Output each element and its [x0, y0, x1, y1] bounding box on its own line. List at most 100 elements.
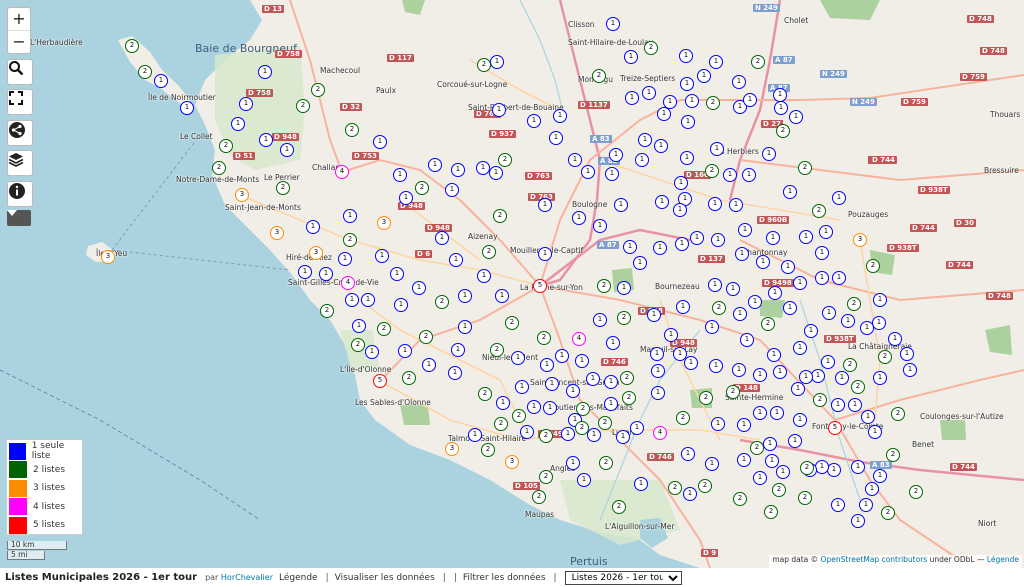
commune-marker[interactable]: 2	[512, 409, 526, 423]
commune-marker[interactable]: 2	[812, 204, 826, 218]
commune-marker[interactable]: 1	[708, 278, 722, 292]
commune-marker[interactable]: 1	[674, 176, 688, 190]
commune-marker[interactable]: 2	[377, 322, 391, 336]
zoom-in-button[interactable]: +	[8, 8, 30, 30]
layers-button[interactable]	[7, 150, 33, 176]
commune-marker[interactable]: 2	[138, 65, 152, 79]
commune-marker[interactable]: 1	[634, 477, 648, 491]
commune-marker[interactable]: 1	[458, 320, 472, 334]
zoom-out-button[interactable]: −	[8, 30, 30, 53]
commune-marker[interactable]: 1	[655, 195, 669, 209]
commune-marker[interactable]: 1	[577, 473, 591, 487]
commune-marker[interactable]: 1	[553, 109, 567, 123]
commune-marker[interactable]: 1	[753, 406, 767, 420]
commune-marker[interactable]: 1	[832, 271, 846, 285]
commune-marker[interactable]: 1	[774, 101, 788, 115]
commune-marker[interactable]: 1	[811, 369, 825, 383]
commune-marker[interactable]: 1	[630, 421, 644, 435]
commune-marker[interactable]: 1	[748, 295, 762, 309]
commune-marker[interactable]: 2	[750, 441, 764, 455]
commune-marker[interactable]: 1	[614, 198, 628, 212]
commune-marker[interactable]: 1	[835, 371, 849, 385]
commune-marker[interactable]: 2	[881, 506, 895, 520]
commune-marker[interactable]: 1	[788, 434, 802, 448]
commune-marker[interactable]: 1	[566, 384, 580, 398]
commune-marker[interactable]: 2	[798, 491, 812, 505]
commune-marker[interactable]: 1	[783, 185, 797, 199]
commune-marker[interactable]: 1	[448, 366, 462, 380]
commune-marker[interactable]: 2	[751, 55, 765, 69]
commune-marker[interactable]: 2	[772, 483, 786, 497]
commune-marker[interactable]: 2	[599, 456, 613, 470]
commune-marker[interactable]: 2	[419, 330, 433, 344]
commune-marker[interactable]: 1	[766, 231, 780, 245]
commune-marker[interactable]: 2	[813, 393, 827, 407]
commune-marker[interactable]: 1	[711, 417, 725, 431]
commune-marker[interactable]: 1	[561, 427, 575, 441]
commune-marker[interactable]: 2	[597, 279, 611, 293]
commune-marker[interactable]: 1	[575, 354, 589, 368]
commune-marker[interactable]: 1	[762, 147, 776, 161]
commune-marker[interactable]: 1	[635, 153, 649, 167]
commune-marker[interactable]: 1	[489, 166, 503, 180]
commune-marker[interactable]: 1	[799, 230, 813, 244]
commune-marker[interactable]: 1	[740, 333, 754, 347]
commune-marker[interactable]: 1	[258, 65, 272, 79]
commune-marker[interactable]: 1	[793, 276, 807, 290]
commune-marker[interactable]: 1	[154, 74, 168, 88]
commune-marker[interactable]: 3	[101, 250, 115, 264]
commune-marker[interactable]: 1	[859, 498, 873, 512]
commune-marker[interactable]: 2	[505, 316, 519, 330]
share-button[interactable]	[7, 120, 33, 146]
commune-marker[interactable]: 2	[776, 124, 790, 138]
commune-marker[interactable]: 1	[872, 316, 886, 330]
commune-marker[interactable]: 1	[647, 308, 661, 322]
commune-marker[interactable]: 2	[878, 350, 892, 364]
commune-marker[interactable]: 1	[280, 143, 294, 157]
commune-marker[interactable]: 2	[761, 317, 775, 331]
commune-marker[interactable]: 1	[345, 293, 359, 307]
commune-marker[interactable]: 1	[683, 487, 697, 501]
commune-marker[interactable]: 2	[212, 161, 226, 175]
commune-marker[interactable]: 2	[537, 331, 551, 345]
commune-marker[interactable]: 1	[593, 313, 607, 327]
commune-marker[interactable]: 1	[605, 167, 619, 181]
commune-marker[interactable]: 1	[819, 225, 833, 239]
commune-marker[interactable]: 1	[681, 115, 695, 129]
commune-marker[interactable]: 2	[798, 161, 812, 175]
commune-marker[interactable]: 1	[848, 398, 862, 412]
commune-marker[interactable]: 1	[298, 265, 312, 279]
commune-marker[interactable]: 1	[361, 293, 375, 307]
commune-marker[interactable]: 1	[900, 347, 914, 361]
commune-marker[interactable]: 2	[435, 295, 449, 309]
commune-marker[interactable]: 1	[773, 365, 787, 379]
commune-marker[interactable]: 4	[653, 426, 667, 440]
commune-marker[interactable]: 2	[909, 485, 923, 499]
commune-marker[interactable]: 2	[598, 416, 612, 430]
commune-marker[interactable]: 1	[593, 219, 607, 233]
commune-marker[interactable]: 1	[664, 328, 678, 342]
legend-link[interactable]: Légende	[279, 573, 318, 583]
commune-marker[interactable]: 1	[733, 307, 747, 321]
commune-marker[interactable]: 1	[767, 348, 781, 362]
commune-marker[interactable]: 1	[675, 237, 689, 251]
commune-marker[interactable]: 2	[617, 311, 631, 325]
commune-marker[interactable]: 1	[831, 398, 845, 412]
commune-marker[interactable]: 1	[568, 153, 582, 167]
commune-marker[interactable]: 2	[847, 297, 861, 311]
commune-marker[interactable]: 2	[620, 371, 634, 385]
commune-marker[interactable]: 1	[737, 418, 751, 432]
commune-marker[interactable]: 4	[341, 276, 355, 290]
commune-marker[interactable]: 2	[592, 69, 606, 83]
commune-marker[interactable]: 1	[566, 456, 580, 470]
commune-marker[interactable]: 1	[428, 158, 442, 172]
commune-marker[interactable]: 2	[481, 443, 495, 457]
commune-marker[interactable]: 1	[449, 253, 463, 267]
commune-marker[interactable]: 1	[625, 91, 639, 105]
commune-marker[interactable]: 1	[642, 86, 656, 100]
commune-marker[interactable]: 1	[705, 457, 719, 471]
commune-marker[interactable]: 2	[843, 358, 857, 372]
commune-marker[interactable]: 1	[538, 198, 552, 212]
commune-marker[interactable]: 2	[125, 39, 139, 53]
commune-marker[interactable]: 1	[393, 168, 407, 182]
